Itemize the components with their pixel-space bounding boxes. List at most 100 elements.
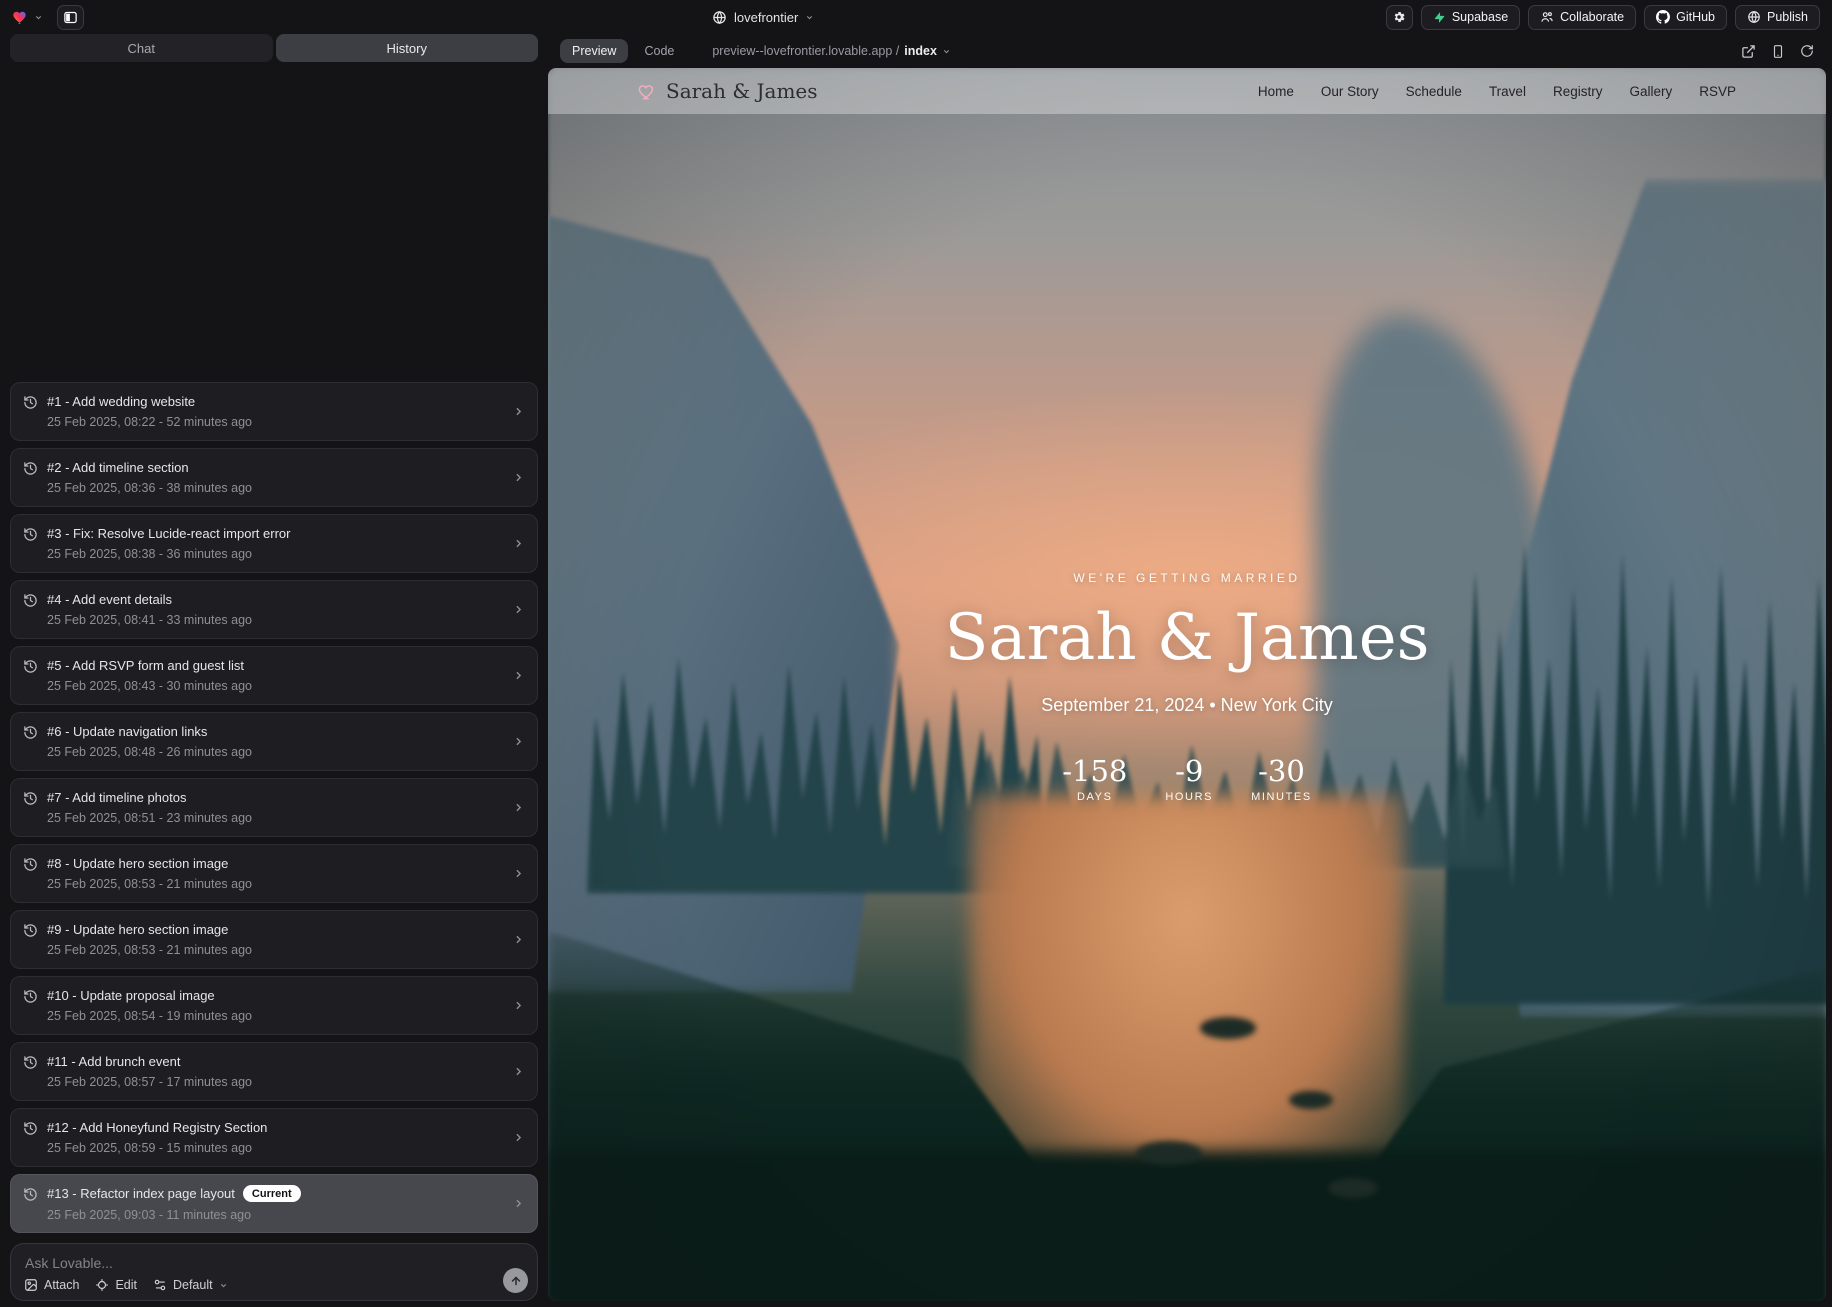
collaborate-label: Collaborate — [1560, 10, 1624, 24]
history-item-title: #13 - Refactor index page layout — [47, 1186, 235, 1201]
mobile-view-icon[interactable] — [1771, 44, 1785, 59]
chevron-right-icon — [512, 735, 525, 748]
publish-button[interactable]: Publish — [1735, 5, 1820, 30]
edit-button[interactable]: Edit — [95, 1278, 137, 1292]
history-icon — [23, 593, 38, 608]
chevron-right-icon — [512, 537, 525, 550]
sidebar-toggle-button[interactable] — [57, 5, 84, 30]
site-nav-link[interactable]: Home — [1258, 84, 1294, 99]
app-topbar: lovefrontier Supabase Collaborate GitHub — [0, 0, 1832, 34]
history-item-timestamp: 25 Feb 2025, 08:48 - 26 minutes ago — [47, 745, 503, 759]
preview-url[interactable]: preview--lovefrontier.lovable.app / inde… — [712, 44, 951, 58]
history-list-item[interactable]: #6 - Update navigation links 25 Feb 2025… — [10, 712, 538, 771]
history-icon — [23, 461, 38, 476]
history-item-body: #9 - Update hero section image 25 Feb 20… — [47, 922, 503, 957]
github-button[interactable]: GitHub — [1644, 5, 1727, 30]
history-list-item[interactable]: #13 - Refactor index page layout Current… — [10, 1174, 538, 1233]
chevron-down-icon — [219, 1281, 228, 1290]
current-badge: Current — [243, 1185, 301, 1202]
people-icon — [1540, 10, 1554, 24]
countdown-label: HOURS — [1165, 791, 1213, 803]
site-nav-link[interactable]: Schedule — [1406, 84, 1462, 99]
history-item-timestamp: 25 Feb 2025, 08:43 - 30 minutes ago — [47, 679, 503, 693]
history-item-title: #8 - Update hero section image — [47, 856, 228, 871]
supabase-button[interactable]: Supabase — [1421, 5, 1520, 30]
tab-preview[interactable]: Preview — [560, 39, 628, 63]
github-label: GitHub — [1676, 10, 1715, 24]
send-button[interactable] — [503, 1268, 528, 1293]
history-icon — [23, 791, 38, 806]
tab-chat[interactable]: Chat — [10, 34, 273, 62]
chevron-right-icon — [512, 1065, 525, 1078]
history-list-item[interactable]: #10 - Update proposal image 25 Feb 2025,… — [10, 976, 538, 1035]
chevron-right-icon — [512, 669, 525, 682]
sliders-icon — [153, 1278, 167, 1292]
history-list-item[interactable]: #2 - Add timeline section 25 Feb 2025, 0… — [10, 448, 538, 507]
history-list-item[interactable]: #12 - Add Honeyfund Registry Section 25 … — [10, 1108, 538, 1167]
ask-lovable-input[interactable] — [25, 1252, 477, 1274]
site-nav-link[interactable]: Gallery — [1629, 84, 1672, 99]
history-list-item[interactable]: #7 - Add timeline photos 25 Feb 2025, 08… — [10, 778, 538, 837]
tab-code[interactable]: Code — [632, 39, 686, 63]
site-nav-link[interactable]: RSVP — [1699, 84, 1736, 99]
preview-panel: Preview Code preview--lovefrontier.lovab… — [548, 34, 1832, 1307]
preview-toolbar: Preview Code preview--lovefrontier.lovab… — [548, 34, 1826, 68]
history-list-item[interactable]: #1 - Add wedding website 25 Feb 2025, 08… — [10, 382, 538, 441]
history-icon — [23, 725, 38, 740]
history-item-body: #10 - Update proposal image 25 Feb 2025,… — [47, 988, 503, 1023]
history-item-timestamp: 25 Feb 2025, 09:03 - 11 minutes ago — [47, 1208, 503, 1222]
history-list-item[interactable]: #5 - Add RSVP form and guest list 25 Feb… — [10, 646, 538, 705]
history-item-timestamp: 25 Feb 2025, 08:38 - 36 minutes ago — [47, 547, 503, 561]
lovable-heart-icon — [12, 8, 30, 26]
preview-toolbar-icons — [1741, 44, 1822, 59]
history-list-item[interactable]: #11 - Add brunch event 25 Feb 2025, 08:5… — [10, 1042, 538, 1101]
history-item-body: #3 - Fix: Resolve Lucide-react import er… — [47, 526, 503, 561]
refresh-icon[interactable] — [1800, 44, 1814, 58]
main-layout: Chat History #1 - Add wedding website 25… — [0, 34, 1832, 1307]
site-nav-link[interactable]: Registry — [1553, 84, 1603, 99]
history-list-item[interactable]: #4 - Add event details 25 Feb 2025, 08:4… — [10, 580, 538, 639]
composer-actions: Attach Edit Default — [24, 1278, 228, 1292]
history-icon — [23, 989, 38, 1004]
site-nav-link[interactable]: Our Story — [1321, 84, 1379, 99]
project-name: lovefrontier — [734, 10, 798, 25]
countdown-value: -9 — [1165, 754, 1213, 788]
chevron-right-icon — [512, 471, 525, 484]
panel-tabs: Chat History — [10, 34, 538, 62]
image-icon — [24, 1278, 38, 1292]
settings-button[interactable] — [1386, 5, 1413, 30]
collaborate-button[interactable]: Collaborate — [1528, 5, 1636, 30]
chevron-right-icon — [512, 603, 525, 616]
history-item-timestamp: 25 Feb 2025, 08:41 - 33 minutes ago — [47, 613, 503, 627]
publish-globe-icon — [1747, 10, 1761, 24]
open-external-icon[interactable] — [1741, 44, 1756, 59]
lovable-logo-menu[interactable] — [12, 8, 43, 26]
mode-select[interactable]: Default — [153, 1278, 228, 1292]
publish-label: Publish — [1767, 10, 1808, 24]
site-nav-link[interactable]: Travel — [1489, 84, 1526, 99]
history-list-item[interactable]: #8 - Update hero section image 25 Feb 20… — [10, 844, 538, 903]
attach-button[interactable]: Attach — [24, 1278, 79, 1292]
chevron-down-icon — [805, 13, 814, 22]
history-item-title: #10 - Update proposal image — [47, 988, 215, 1003]
history-item-timestamp: 25 Feb 2025, 08:59 - 15 minutes ago — [47, 1141, 503, 1155]
history-list-item[interactable]: #9 - Update hero section image 25 Feb 20… — [10, 910, 538, 969]
edit-label: Edit — [115, 1278, 137, 1292]
project-switcher[interactable]: lovefrontier — [712, 0, 814, 34]
history-list-item[interactable]: #3 - Fix: Resolve Lucide-react import er… — [10, 514, 538, 573]
history-item-body: #11 - Add brunch event 25 Feb 2025, 08:5… — [47, 1054, 503, 1089]
history-item-timestamp: 25 Feb 2025, 08:36 - 38 minutes ago — [47, 481, 503, 495]
history-item-body: #1 - Add wedding website 25 Feb 2025, 08… — [47, 394, 503, 429]
history-item-timestamp: 25 Feb 2025, 08:54 - 19 minutes ago — [47, 1009, 503, 1023]
chevron-right-icon — [512, 1131, 525, 1144]
history-item-title: #12 - Add Honeyfund Registry Section — [47, 1120, 267, 1135]
hero-eyebrow: WE'RE GETTING MARRIED — [945, 571, 1430, 585]
site-brand[interactable]: Sarah & James — [638, 79, 818, 103]
countdown-item: -9 HOURS — [1165, 754, 1213, 803]
history-item-body: #5 - Add RSVP form and guest list 25 Feb… — [47, 658, 503, 693]
history-icon — [23, 923, 38, 938]
history-item-body: #13 - Refactor index page layout Current… — [47, 1185, 503, 1222]
tab-history[interactable]: History — [276, 34, 539, 62]
countdown-item: -30 MINUTES — [1251, 754, 1312, 803]
prompt-composer: Attach Edit Default — [10, 1243, 538, 1301]
